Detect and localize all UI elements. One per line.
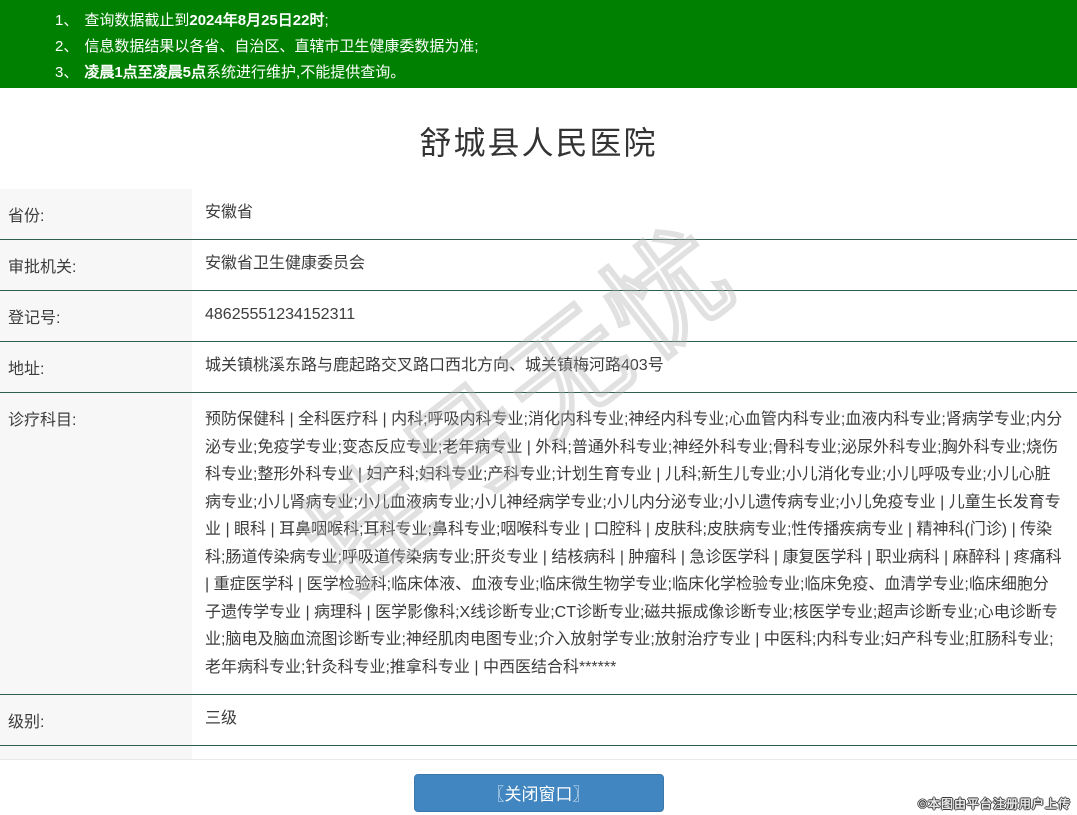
- table-row-registration-number: 登记号: 48625551234152311: [0, 291, 1077, 342]
- row-value: 三级: [192, 695, 1077, 745]
- table-row-departments: 诊疗科目: 预防保健科 | 全科医疗科 | 内科;呼吸内科专业;消化内科专业;神…: [0, 393, 1077, 695]
- notice-1-number: 1、: [55, 12, 79, 29]
- table-row-address: 地址: 城关镇桃溪东路与鹿起路交叉路口西北方向、城关镇梅河路403号: [0, 342, 1077, 393]
- notice-3-post: 系统进行维护,不能提供查询。: [206, 64, 406, 81]
- button-row: 〖关闭窗口〗: [0, 774, 1077, 812]
- notice-1-text: 查询数据截止到: [84, 12, 190, 29]
- notice-line-2: 2、 信息数据结果以各省、自治区、直辖市卫生健康委数据为准;: [55, 34, 1067, 60]
- uploader-watermark: ©本图由平台注册用户上传: [918, 797, 1071, 811]
- row-label: 地址:: [0, 342, 192, 392]
- notice-3-number: 3、: [55, 64, 79, 81]
- hospital-info-table: 省份: 安徽省 审批机关: 安徽省卫生健康委员会 登记号: 4862555123…: [0, 189, 1077, 760]
- table-row-level: 级别: 三级: [0, 695, 1077, 746]
- row-value: 48625551234152311: [192, 291, 1077, 341]
- notice-1-bold: 2024年8月25日22时: [189, 12, 325, 29]
- table-row-approval-authority: 审批机关: 安徽省卫生健康委员会: [0, 240, 1077, 291]
- table-row-province: 省份: 安徽省: [0, 189, 1077, 240]
- notice-bar: 1、 查询数据截止到2024年8月25日22时; 2、 信息数据结果以各省、自治区、…: [0, 0, 1077, 88]
- notice-line-1: 1、 查询数据截止到2024年8月25日22时;: [55, 8, 1067, 34]
- notice-line-3: 3、 凌晨1点至凌晨5点系统进行维护,不能提供查询。: [55, 60, 1067, 86]
- row-label: 省份:: [0, 189, 192, 239]
- row-value: 预防保健科 | 全科医疗科 | 内科;呼吸内科专业;消化内科专业;神经内科专业;…: [192, 393, 1077, 694]
- row-value: 安徽省: [192, 189, 1077, 239]
- close-window-button[interactable]: 〖关闭窗口〗: [413, 774, 664, 812]
- row-label: 诊疗科目:: [0, 393, 192, 694]
- page-title: 舒城县人民医院: [419, 125, 658, 161]
- stub-value-cell: [192, 746, 1077, 759]
- notice-3-bold: 凌晨1点至凌晨5点: [84, 64, 207, 81]
- notice-2-number: 2、: [55, 38, 79, 55]
- row-label: 审批机关:: [0, 240, 192, 290]
- row-label: 登记号:: [0, 291, 192, 341]
- table-row-stub: [0, 746, 1077, 760]
- hospital-detail-page: 1、 查询数据截止到2024年8月25日22时; 2、 信息数据结果以各省、自治区、…: [0, 0, 1077, 815]
- notice-2-text: 信息数据结果以各省、自治区、直辖市卫生健康委数据为准;: [84, 38, 479, 55]
- row-value: 安徽省卫生健康委员会: [192, 240, 1077, 290]
- row-label: 级别:: [0, 695, 192, 745]
- stub-label-cell: [0, 746, 192, 759]
- row-value: 城关镇桃溪东路与鹿起路交叉路口西北方向、城关镇梅河路403号: [192, 342, 1077, 392]
- notice-1-post: ;: [324, 12, 329, 29]
